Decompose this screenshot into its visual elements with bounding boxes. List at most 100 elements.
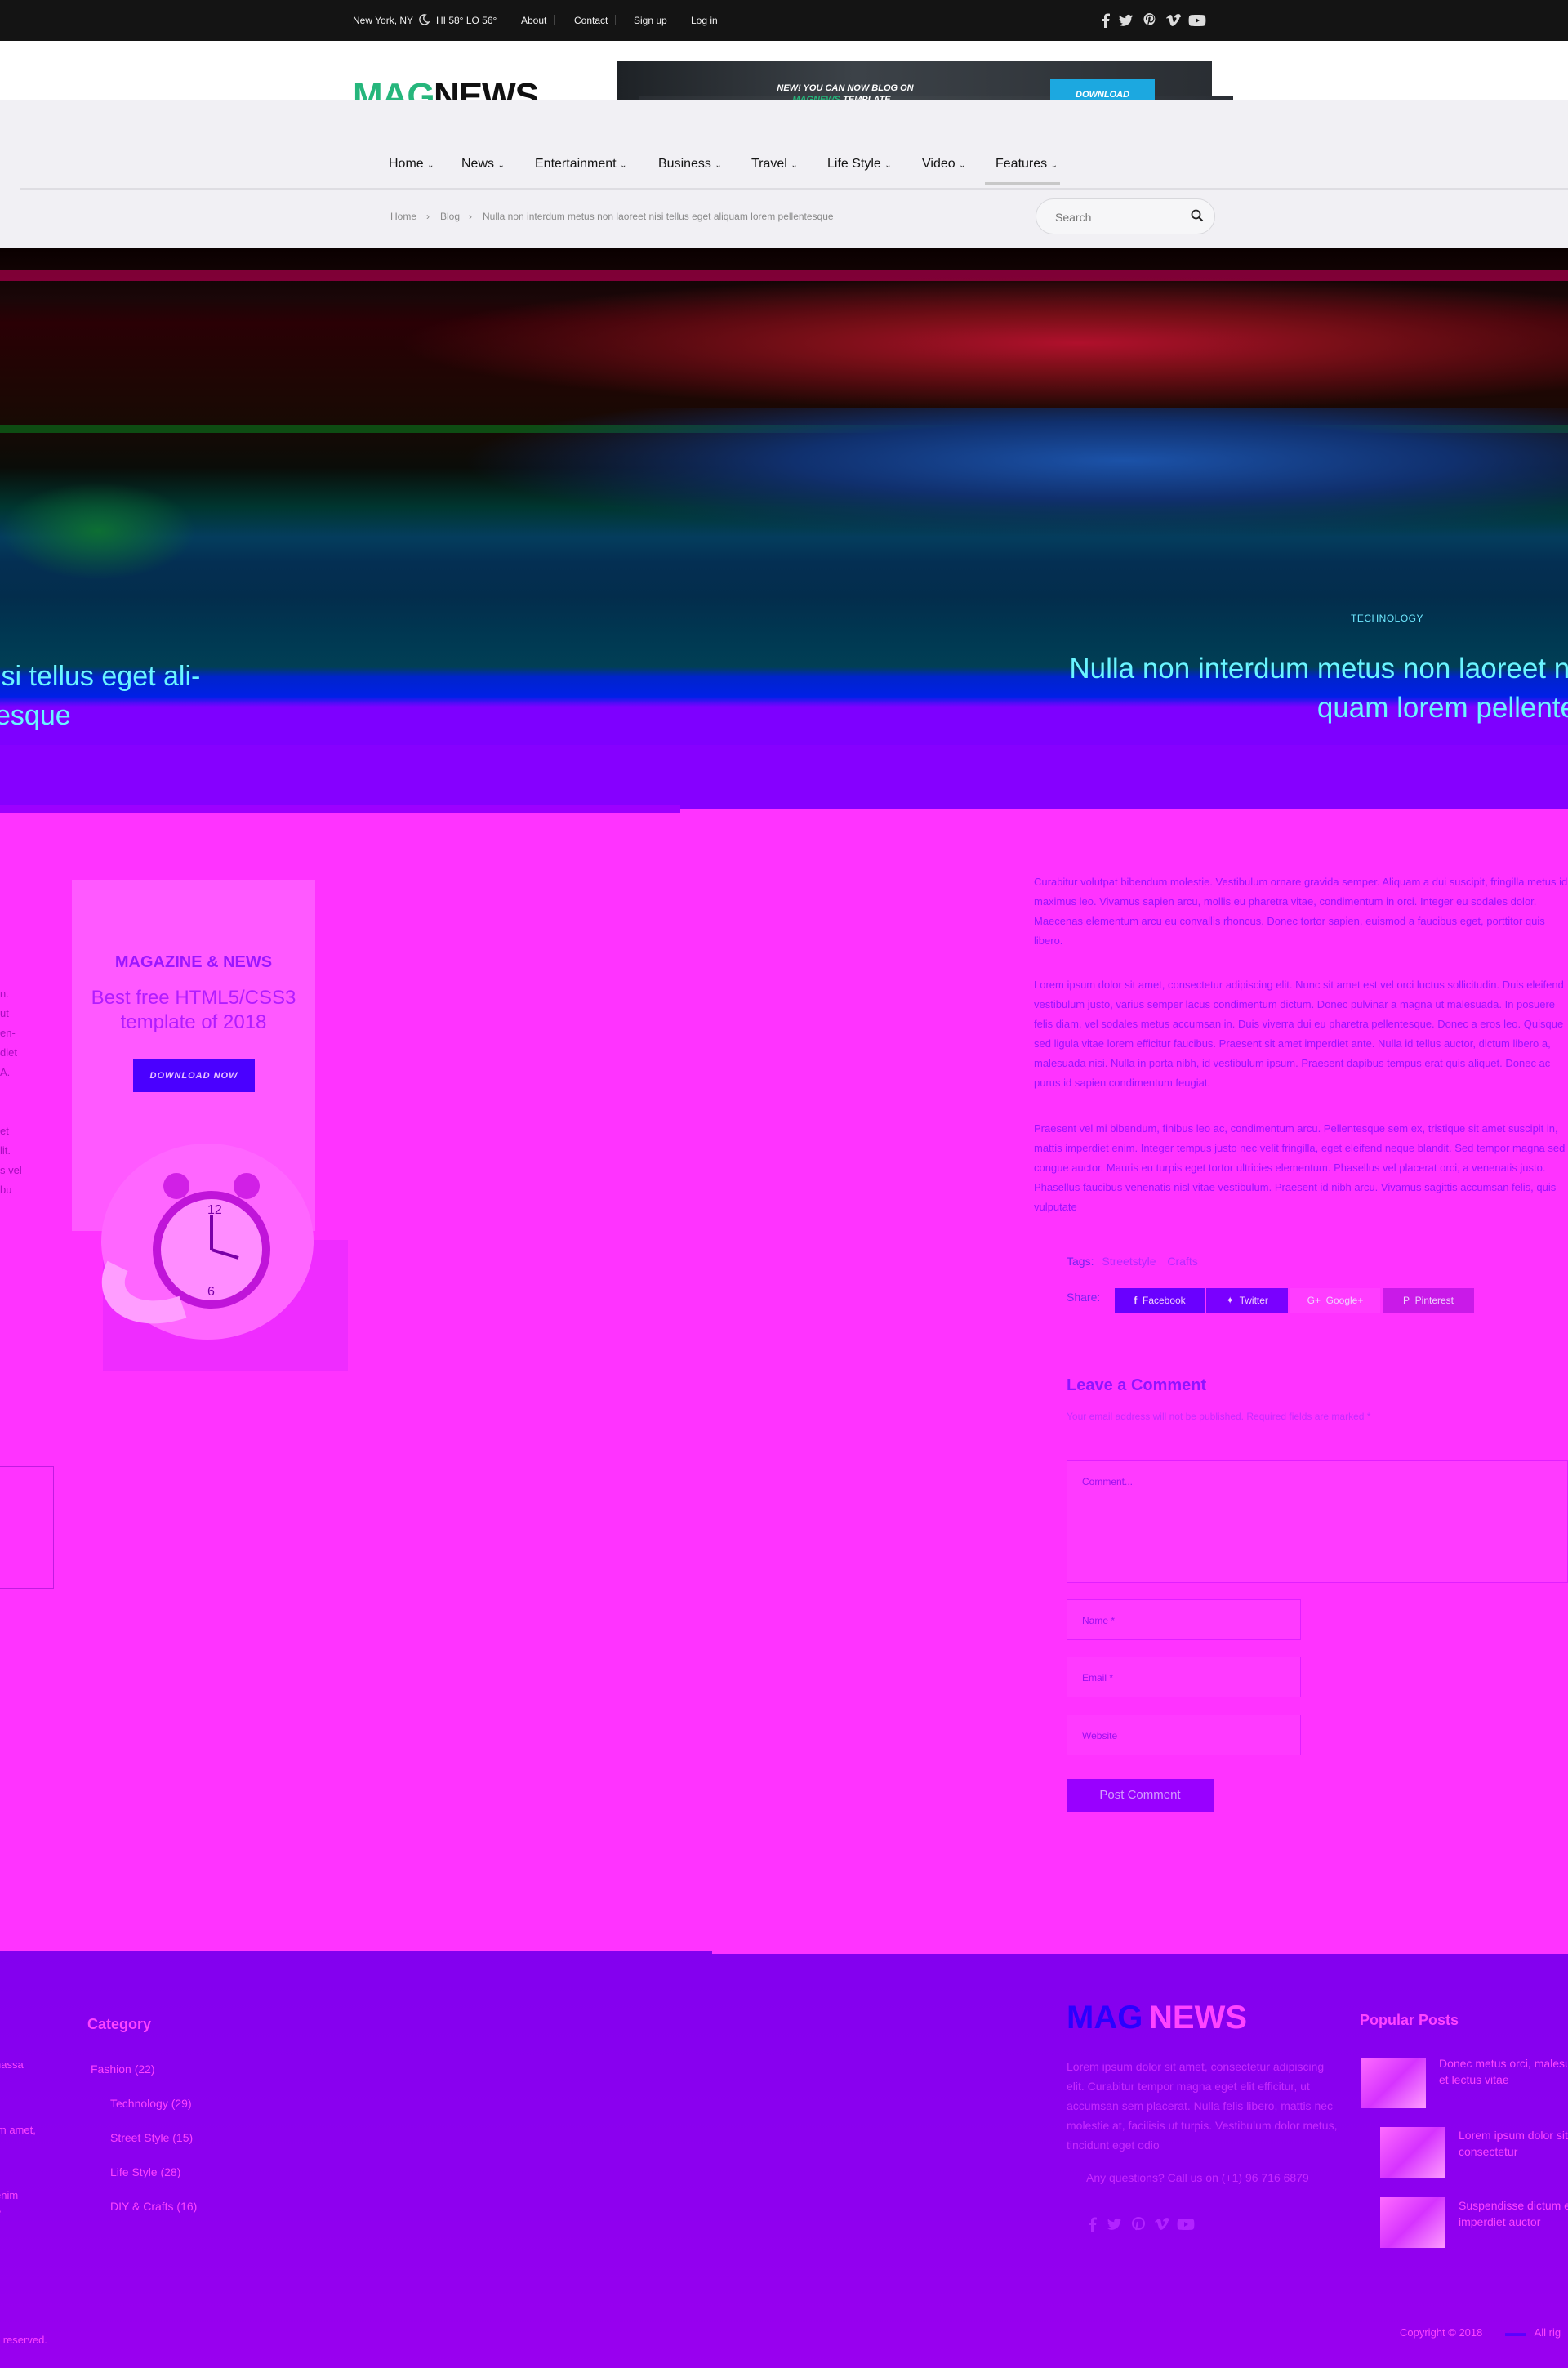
- breadcrumb-current: Nulla non interdum metus non laoreet nis…: [483, 211, 834, 222]
- copyright-link[interactable]: ▬▬: [1505, 2326, 1526, 2339]
- top-bar: [0, 0, 1568, 41]
- ad-title: MAGAZINE & NEWS: [114, 953, 273, 971]
- facebook-icon: f: [1134, 1295, 1138, 1306]
- chevron-down-icon: ⌄: [715, 161, 722, 170]
- popular-posts-title: Popular Posts: [1360, 2012, 1459, 2028]
- ad-download-button[interactable]: DOWNLOAD NOW: [133, 1059, 255, 1092]
- nav-item-lifestyle[interactable]: Life Style ⌄: [827, 157, 892, 172]
- youtube-icon[interactable]: [1187, 11, 1207, 29]
- fragment-line: n.: [0, 988, 9, 1000]
- facebook-icon[interactable]: [1085, 2215, 1101, 2233]
- footer-description: Lorem ipsum dolor sit amet, consectetur …: [1067, 2060, 1338, 2152]
- tag-link[interactable]: Crafts: [1167, 1255, 1197, 1268]
- search-icon[interactable]: [1191, 209, 1204, 222]
- svg-text:6: 6: [207, 1285, 215, 1299]
- popular-post-link[interactable]: Suspendisse dictum enim quis imperdiet a…: [1459, 2197, 1568, 2230]
- vimeo-icon[interactable]: [1165, 11, 1181, 29]
- article-paragraph: Praesent vel mi bibendum, finibus leo ac…: [1034, 1122, 1566, 1213]
- footer-left-fragment: nassa im amet, enim e: [0, 2057, 36, 2220]
- chevron-down-icon: ⌄: [427, 161, 434, 170]
- hero-title: Nulla non interdum metus non laoreet ni …: [1037, 649, 1568, 728]
- chevron-down-icon: ⌄: [959, 161, 966, 170]
- fragment-line: ut: [0, 1007, 9, 1019]
- email-field[interactable]: Email *: [1067, 1657, 1301, 1697]
- nav-item-home[interactable]: Home ⌄: [389, 157, 434, 172]
- nav-item-news[interactable]: News ⌄: [461, 157, 505, 172]
- divider: [554, 15, 555, 25]
- main-nav: [0, 100, 1568, 190]
- share-googleplus-button[interactable]: G+ Google+: [1290, 1288, 1380, 1313]
- ad-subtitle-line: Best free HTML5/CSS3: [91, 987, 296, 1009]
- share-twitter-button[interactable]: ✦ Twitter: [1206, 1288, 1288, 1313]
- hero-category[interactable]: TECHNOLOGY: [1351, 613, 1423, 624]
- topbar-link-about[interactable]: About: [521, 15, 546, 26]
- vimeo-icon[interactable]: [1153, 2215, 1169, 2233]
- rights-fragment: ts reserved.: [0, 2334, 47, 2346]
- fragment-line: et: [0, 1125, 9, 1137]
- fragment-gap: [0, 2073, 36, 2122]
- comment-textarea[interactable]: Comment...: [1067, 1460, 1568, 1583]
- footer-logo-news[interactable]: NEWS: [1149, 2000, 1247, 2036]
- popular-post-link[interactable]: Donec metus orci, malesuada et lectus vi…: [1439, 2055, 1568, 2088]
- share-facebook-button[interactable]: f Facebook: [1115, 1288, 1205, 1313]
- website-field[interactable]: Website: [1067, 1715, 1301, 1755]
- name-placeholder: Name *: [1082, 1615, 1116, 1626]
- footer-category-link[interactable]: Fashion (22): [91, 2063, 155, 2076]
- youtube-icon[interactable]: [1176, 2215, 1196, 2233]
- footer-category-link[interactable]: DIY & Crafts (16): [110, 2200, 197, 2213]
- fragment-line: bu: [0, 1184, 12, 1196]
- alarm-clock-image: 12 6: [101, 1144, 314, 1340]
- fragment-line: e: [0, 2204, 36, 2220]
- share-label: Google+: [1325, 1295, 1364, 1306]
- hero-bottom-band: [0, 805, 680, 813]
- topbar-link-signup[interactable]: Sign up: [634, 15, 667, 26]
- comment-note: Your email address will not be published…: [1067, 1411, 1371, 1422]
- topbar-link-login[interactable]: Log in: [691, 15, 718, 26]
- nav-item-travel[interactable]: Travel ⌄: [751, 157, 798, 172]
- tags-label: Tags:: [1067, 1255, 1094, 1268]
- nav-item-features[interactable]: Features ⌄: [996, 157, 1058, 172]
- share-label: Share:: [1067, 1291, 1101, 1304]
- chevron-down-icon: ⌄: [791, 161, 798, 170]
- popular-post-thumbnail[interactable]: [1361, 2058, 1426, 2108]
- footer-category-link[interactable]: Technology (29): [110, 2097, 192, 2110]
- pinterest-icon[interactable]: [1142, 11, 1158, 29]
- fragment-line: enim: [0, 2189, 19, 2201]
- location-text: New York, NY: [353, 15, 414, 26]
- tags-row: Tags: Streetstyle Crafts: [1067, 1255, 1198, 1268]
- nav-item-video[interactable]: Video ⌄: [922, 157, 965, 172]
- comment-placeholder: Comment...: [1082, 1476, 1134, 1487]
- chevron-down-icon: ⌄: [1050, 161, 1058, 170]
- nav-item-entertainment[interactable]: Entertainment ⌄: [535, 157, 626, 172]
- ad-subtitle-line: template of 2018: [120, 1011, 267, 1033]
- footer-category-link[interactable]: Life Style (28): [110, 2165, 180, 2178]
- nav-item-business[interactable]: Business ⌄: [658, 157, 722, 172]
- name-field[interactable]: Name *: [1067, 1599, 1301, 1640]
- popular-post-thumbnail[interactable]: [1380, 2197, 1446, 2248]
- nav-label: Life Style: [827, 157, 881, 171]
- nav-label: Business: [658, 157, 711, 171]
- topbar-link-contact[interactable]: Contact: [574, 15, 608, 26]
- chevron-down-icon: ⌄: [497, 161, 505, 170]
- svg-text:12: 12: [207, 1203, 222, 1217]
- share-pinterest-button[interactable]: P Pinterest: [1383, 1288, 1474, 1313]
- pinterest-icon[interactable]: [1130, 2215, 1147, 2233]
- ad-subtitle: Best free HTML5/CSS3 template of 2018: [72, 986, 315, 1035]
- fragment-line: A.: [0, 1066, 11, 1078]
- twitter-icon[interactable]: [1106, 2215, 1122, 2233]
- twitter-icon[interactable]: [1117, 11, 1134, 29]
- post-comment-button[interactable]: Post Comment: [1067, 1779, 1214, 1812]
- footer-category-link[interactable]: Street Style (15): [110, 2131, 193, 2144]
- hero-glitch-red: [343, 270, 1568, 417]
- popular-post-link[interactable]: Lorem ipsum dolor sit amet, consectetur: [1459, 2127, 1568, 2160]
- popular-post-thumbnail[interactable]: [1380, 2127, 1446, 2178]
- tag-link[interactable]: Streetstyle: [1102, 1255, 1156, 1268]
- footer-logo-mag[interactable]: MAG: [1067, 2000, 1143, 2036]
- fragment-line: en-: [0, 1027, 16, 1039]
- facebook-icon[interactable]: [1098, 11, 1114, 29]
- footer: [0, 1954, 1568, 2368]
- breadcrumb-home[interactable]: Home: [390, 211, 416, 222]
- email-placeholder: Email *: [1082, 1672, 1114, 1683]
- breadcrumb-blog[interactable]: Blog: [440, 211, 460, 222]
- fragment-line: nassa: [0, 2058, 24, 2071]
